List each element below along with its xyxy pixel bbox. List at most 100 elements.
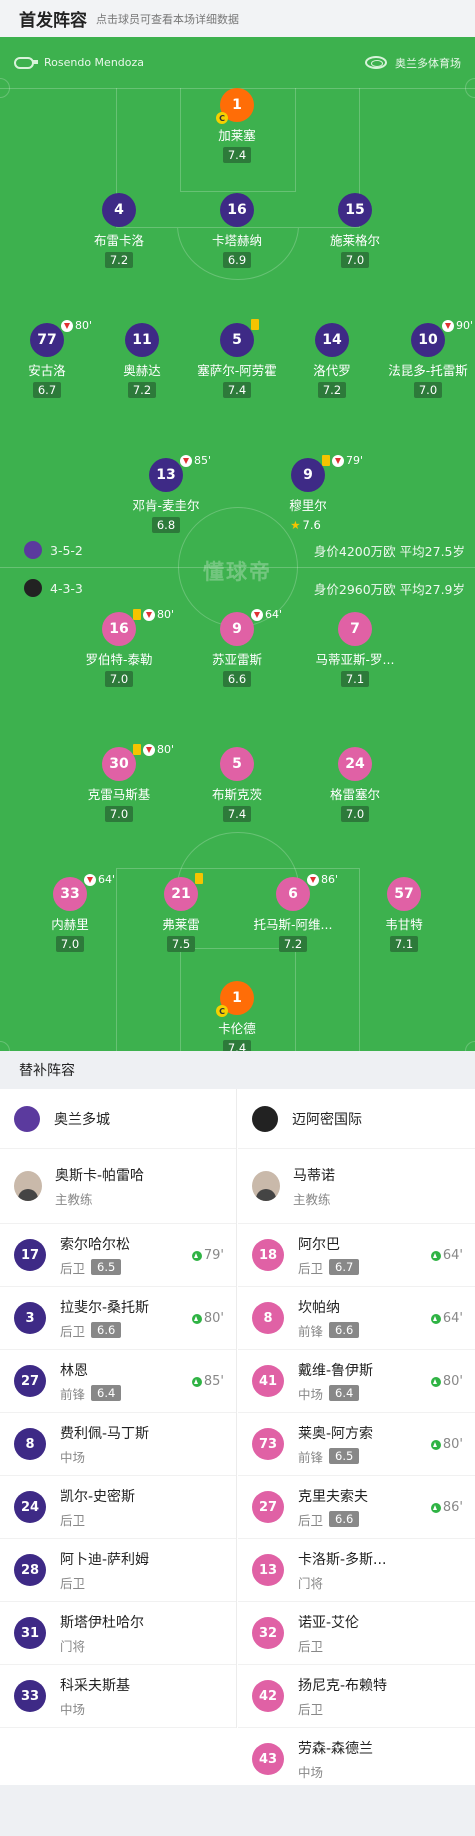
player-name: 内赫里 xyxy=(51,917,89,932)
player-name: 卡伦德 xyxy=(218,1021,256,1036)
player-rating: 7.0 xyxy=(340,252,370,268)
player-away-21[interactable]: 21 弗莱雷 7.5 xyxy=(126,873,236,952)
player-away-gk[interactable]: 1C 卡伦德 7.4 xyxy=(182,981,292,1051)
player-away-9[interactable]: 64' 9 苏亚雷斯 6.6 xyxy=(182,608,292,687)
sub-out-icon xyxy=(84,873,96,886)
player-away-30[interactable]: 80' 30 克雷马斯基 7.0 xyxy=(64,743,174,822)
substitutes-header: 替补阵容 xyxy=(0,1051,475,1089)
away-formation: 4-3-3 xyxy=(50,580,83,596)
player-away-33[interactable]: 64' 33 内赫里 7.0 xyxy=(15,873,125,952)
player-home-13[interactable]: 85' 13 邓肯-麦圭尔 6.8 xyxy=(111,454,221,533)
away-coach-row[interactable]: 马蒂诺 主教练 xyxy=(238,1149,475,1224)
player-name: 诺亚-艾伦 xyxy=(298,1614,360,1631)
list-item[interactable]: 27 克里夫索夫 后卫 6.6 86' xyxy=(238,1476,475,1539)
player-home-5[interactable]: 5 塞萨尔-阿劳霍 7.4 xyxy=(182,319,292,398)
list-item[interactable]: 28 阿卜迪-萨利姆 后卫 xyxy=(0,1539,236,1602)
pitch: Rosendo Mendoza 奥兰多体育场 3-5-2 身价4200万欧 平均… xyxy=(0,37,475,1051)
player-away-6[interactable]: 86' 6 托马斯-阿维... 7.2 xyxy=(238,873,348,952)
coach-name: 马蒂诺 xyxy=(293,1167,335,1184)
list-item[interactable]: 41 戴维-鲁伊斯 中场 6.4 80' xyxy=(238,1350,475,1413)
player-name: 托马斯-阿维... xyxy=(253,917,333,932)
player-position: 前锋 xyxy=(298,1323,324,1339)
player-name: 弗莱雷 xyxy=(162,917,200,932)
list-item[interactable]: 13 卡洛斯-多斯... 门将 xyxy=(238,1539,475,1602)
page-footer xyxy=(0,1785,475,1836)
player-home-gk[interactable]: 1C 加莱塞 7.4 xyxy=(182,88,292,163)
player-home-15[interactable]: 15 施莱格尔 7.0 xyxy=(300,193,410,268)
player-name: 克里夫索夫 xyxy=(298,1488,368,1505)
player-rating: 6.7 xyxy=(32,382,62,398)
list-item[interactable]: 43 劳森-森德兰 中场 xyxy=(238,1728,475,1791)
player-name: 莱奥-阿方索 xyxy=(298,1425,374,1442)
match-info-bar: Rosendo Mendoza 奥兰多体育场 xyxy=(0,37,475,88)
list-item[interactable]: 27 林恩 前锋 6.4 85' xyxy=(0,1350,236,1413)
player-home-9[interactable]: 79' 9 穆里尔 ★ 7.6 xyxy=(253,454,363,533)
page-subtitle: 点击球员可查看本场详细数据 xyxy=(96,12,239,26)
list-item[interactable]: 3 拉斐尔-桑托斯 后卫 6.6 80' xyxy=(0,1287,236,1350)
player-name: 劳森-森德兰 xyxy=(298,1740,374,1757)
star-icon: ★ xyxy=(290,518,301,532)
player-away-7[interactable]: 7 马蒂亚斯-罗... 7.1 xyxy=(300,612,410,687)
player-away-24[interactable]: 24 格雷塞尔 7.0 xyxy=(300,747,410,822)
list-item[interactable]: 8 坎帕纳 前锋 6.6 64' xyxy=(238,1287,475,1350)
inter-miami-logo-icon xyxy=(252,1105,278,1132)
home-team-row[interactable]: 奥兰多城 xyxy=(0,1089,236,1149)
player-rating: 7.0 xyxy=(55,936,85,952)
away-team-row[interactable]: 迈阿密国际 xyxy=(238,1089,475,1149)
list-item[interactable]: 17 索尔哈尔松 后卫 6.5 79' xyxy=(0,1224,236,1287)
player-home-11[interactable]: 11 奥赫达 7.2 xyxy=(87,323,197,398)
player-position: 后卫 xyxy=(298,1701,324,1717)
list-item[interactable]: 31 斯塔伊杜哈尔 门将 xyxy=(0,1602,236,1665)
yellow-card-icon xyxy=(195,873,203,884)
sub-out-icon xyxy=(332,454,344,467)
page-title: 首发阵容 xyxy=(19,11,87,31)
player-rating: 6.6 xyxy=(329,1322,360,1338)
captain-badge: C xyxy=(216,112,228,124)
player-rating: 7.5 xyxy=(166,936,196,952)
avatar xyxy=(252,1171,280,1201)
player-position: 后卫 xyxy=(60,1575,86,1591)
player-away-5[interactable]: 5 布斯克茨 7.4 xyxy=(182,747,292,822)
home-subs-column: 奥兰多城 奥斯卡-帕雷哈 主教练 17 索尔哈尔松 后卫 6.5 79' 3 拉斐尔-… xyxy=(0,1089,237,1728)
coach-role: 主教练 xyxy=(293,1191,331,1207)
player-position: 中场 xyxy=(60,1701,86,1717)
player-rating: 7.4 xyxy=(222,806,252,822)
player-rating: 7.0 xyxy=(340,806,370,822)
player-position: 中场 xyxy=(298,1764,324,1780)
player-position: 后卫 xyxy=(60,1512,86,1528)
list-item[interactable]: 18 阿尔巴 后卫 6.7 64' xyxy=(238,1224,475,1287)
player-name: 邓肯-麦圭尔 xyxy=(132,498,200,513)
player-rating: 7.2 xyxy=(104,252,134,268)
coach-role: 主教练 xyxy=(55,1191,93,1207)
list-item[interactable]: 42 扬尼克-布赖特 后卫 xyxy=(238,1665,475,1728)
player-home-4[interactable]: 4 布雷卡洛 7.2 xyxy=(64,193,174,268)
stadium-name: 奥兰多体育场 xyxy=(395,56,461,70)
sub-out-icon xyxy=(180,454,192,467)
player-name: 格雷塞尔 xyxy=(329,787,380,802)
player-position: 门将 xyxy=(298,1575,324,1591)
player-name: 加莱塞 xyxy=(218,128,256,143)
list-item[interactable]: 24 凯尔-史密斯 后卫 xyxy=(0,1476,236,1539)
sub-out-icon xyxy=(307,873,319,886)
list-item[interactable]: 8 费利佩-马丁斯 中场 xyxy=(0,1413,236,1476)
list-item[interactable]: 33 科采夫斯基 中场 xyxy=(0,1665,236,1728)
player-away-16[interactable]: 80' 16 罗伯特-泰勒 7.0 xyxy=(64,608,174,687)
player-name: 马蒂亚斯-罗... xyxy=(315,652,395,667)
player-name: 阿尔巴 xyxy=(298,1236,340,1253)
away-summary: 身价2960万欧 平均27.9岁 xyxy=(313,581,465,597)
team-name: 迈阿密国际 xyxy=(292,1111,362,1128)
player-home-10[interactable]: 90' 10 法昆多-托雷斯 7.0 xyxy=(373,319,475,398)
player-name: 卡塔赫纳 xyxy=(211,233,262,248)
player-position: 后卫 xyxy=(298,1638,324,1654)
yellow-card-icon xyxy=(133,609,141,620)
player-position: 前锋 xyxy=(298,1449,324,1465)
player-rating: 6.6 xyxy=(91,1322,122,1338)
list-item[interactable]: 32 诺亚-艾伦 后卫 xyxy=(238,1602,475,1665)
list-item[interactable]: 73 莱奥-阿方索 前锋 6.5 80' xyxy=(238,1413,475,1476)
home-coach-row[interactable]: 奥斯卡-帕雷哈 主教练 xyxy=(0,1149,236,1224)
player-home-16[interactable]: 16 卡塔赫纳 6.9 xyxy=(182,193,292,268)
player-home-14[interactable]: 14 洛代罗 7.2 xyxy=(277,323,387,398)
player-name: 阿卜迪-萨利姆 xyxy=(60,1551,150,1568)
player-away-57[interactable]: 57 韦甘特 7.1 xyxy=(349,877,459,952)
player-rating: 7.2 xyxy=(127,382,157,398)
